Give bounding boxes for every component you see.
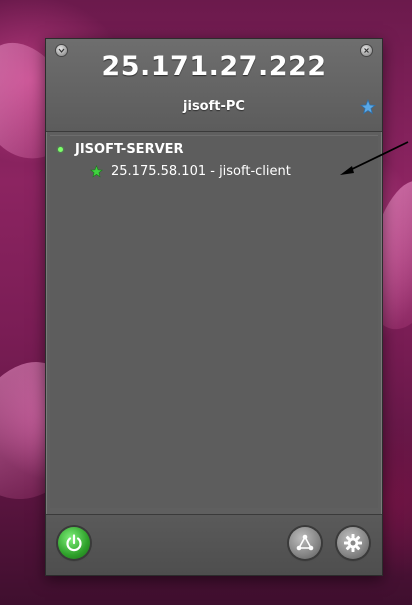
ip-address: 25.171.27.222 bbox=[101, 51, 327, 82]
power-button[interactable] bbox=[58, 527, 90, 559]
arrow-annotation bbox=[340, 141, 409, 175]
network-icon bbox=[296, 534, 314, 551]
network-group[interactable]: JISOFT-SERVER bbox=[58, 142, 184, 157]
hamachi-widget: 25.171.27.222 jisoft-PC JISOFT-SERVER 25… bbox=[45, 38, 383, 576]
star-icon[interactable] bbox=[360, 99, 376, 115]
network-group-name: JISOFT-SERVER bbox=[75, 142, 184, 157]
gear-icon bbox=[344, 534, 362, 552]
network-member-item[interactable]: 25.175.58.101 - jisoft-client bbox=[90, 164, 291, 179]
desktop-background: 25.171.27.222 jisoft-PC JISOFT-SERVER 25… bbox=[0, 0, 412, 605]
widget-header: 25.171.27.222 jisoft-PC bbox=[46, 39, 382, 132]
star-icon bbox=[90, 165, 103, 178]
network-member-label: 25.175.58.101 - jisoft-client bbox=[111, 164, 291, 179]
network-list: JISOFT-SERVER 25.175.58.101 - jisoft-cli… bbox=[50, 135, 378, 508]
power-icon bbox=[66, 534, 82, 552]
network-button[interactable] bbox=[289, 527, 321, 559]
settings-button[interactable] bbox=[337, 527, 369, 559]
online-status-icon bbox=[58, 147, 63, 152]
computer-name: jisoft-PC bbox=[183, 99, 245, 114]
widget-footer bbox=[46, 514, 382, 575]
